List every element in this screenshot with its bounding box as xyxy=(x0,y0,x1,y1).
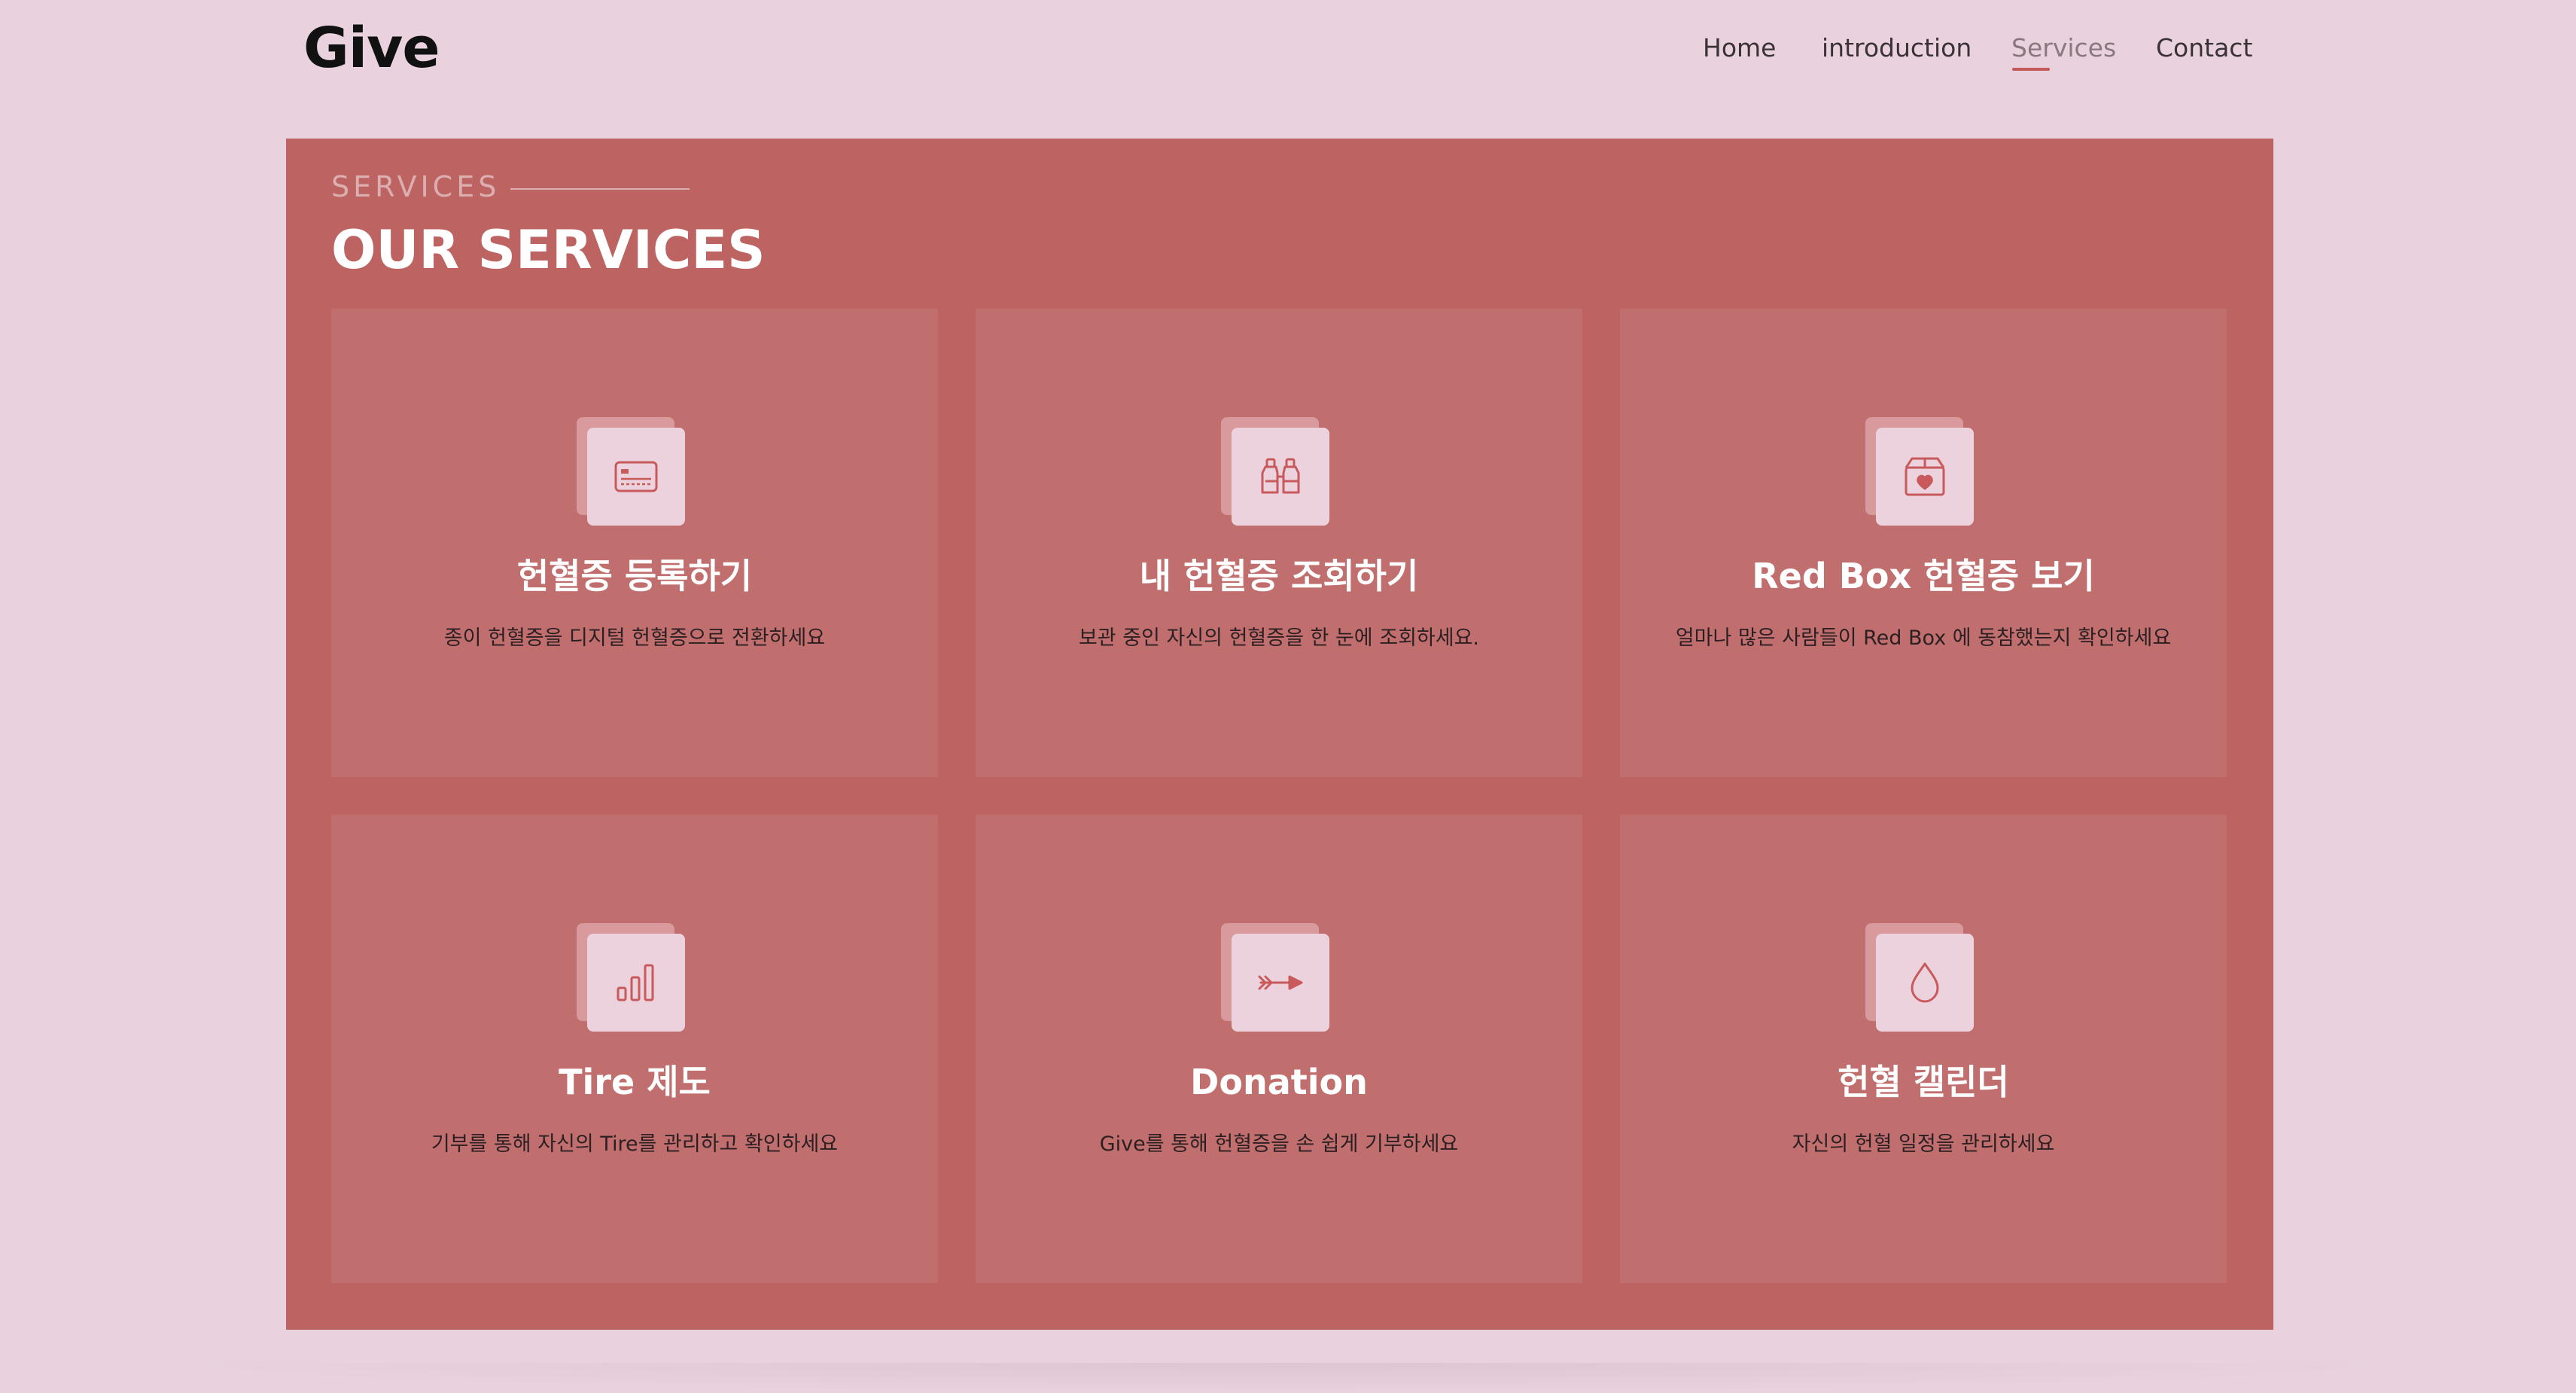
service-icon-tile xyxy=(577,923,687,1033)
service-title: 헌혈증 등록하기 xyxy=(516,556,753,596)
nav-active-indicator xyxy=(2012,68,2050,71)
service-icon-tile xyxy=(1221,417,1331,527)
nav-introduction[interactable]: introduction xyxy=(1822,26,1972,71)
service-title: Red Box 헌혈증 보기 xyxy=(1752,556,2095,596)
bottom-shadow xyxy=(151,1363,2425,1393)
service-icon-tile xyxy=(1865,923,1975,1033)
service-icon-tile xyxy=(577,417,687,527)
nav-home[interactable]: Home xyxy=(1703,26,1776,71)
binoculars-icon xyxy=(1232,428,1329,526)
service-card-redbox[interactable]: Red Box 헌혈증 보기 얼마나 많은 사람들이 Red Box 에 동참했… xyxy=(1620,309,2227,777)
service-card-donation[interactable]: Donation Give를 통해 헌혈증을 손 쉽게 기부하세요 xyxy=(976,815,1582,1283)
service-title: 내 헌혈증 조회하기 xyxy=(1139,556,1419,596)
section-kicker: SERVICES xyxy=(331,170,501,203)
drop-icon xyxy=(1876,934,1974,1032)
service-description: 자신의 헌혈 일정을 관리하세요 xyxy=(1792,1132,2055,1156)
service-description: 얼마나 많은 사람들이 Red Box 에 동참했는지 확인하세요 xyxy=(1675,626,2172,650)
services-section: SERVICES OUR SERVICES 헌혈증 등록하기 종이 헌혈증을 디… xyxy=(286,139,2273,1330)
kicker-divider xyxy=(510,188,690,190)
service-icon-tile xyxy=(1221,923,1331,1033)
service-icon-tile xyxy=(1865,417,1975,527)
service-description: 보관 중인 자신의 헌혈증을 한 눈에 조회하세요. xyxy=(1078,626,1480,650)
service-title: Tire 제도 xyxy=(559,1062,711,1102)
service-card-tire[interactable]: Tire 제도 기부를 통해 자신의 Tire를 관리하고 확인하세요 xyxy=(331,815,938,1283)
service-description: Give를 통해 헌혈증을 손 쉽게 기부하세요 xyxy=(1099,1132,1459,1156)
service-title: 헌혈 캘린더 xyxy=(1838,1062,2009,1102)
service-description: 기부를 통해 자신의 Tire를 관리하고 확인하세요 xyxy=(431,1132,839,1156)
nav-contact[interactable]: Contact xyxy=(2156,26,2252,71)
service-card-lookup[interactable]: 내 헌혈증 조회하기 보관 중인 자신의 헌혈증을 한 눈에 조회하세요. xyxy=(976,309,1582,777)
service-card-register[interactable]: 헌혈증 등록하기 종이 헌혈증을 디지털 헌혈증으로 전환하세요 xyxy=(331,309,938,777)
service-card-calendar[interactable]: 헌혈 캘린더 자신의 헌혈 일정을 관리하세요 xyxy=(1620,815,2227,1283)
arrow-icon xyxy=(1232,934,1329,1032)
service-description: 종이 헌혈증을 디지털 헌혈증으로 전환하세요 xyxy=(443,626,826,650)
heart-box-icon xyxy=(1876,428,1974,526)
section-title: OUR SERVICES xyxy=(331,219,766,281)
brand-logo[interactable]: Give xyxy=(303,12,440,84)
bar-chart-icon xyxy=(587,934,685,1032)
service-title: Donation xyxy=(1190,1062,1368,1102)
id-card-icon xyxy=(587,428,685,526)
nav-services[interactable]: Services xyxy=(2011,26,2116,71)
